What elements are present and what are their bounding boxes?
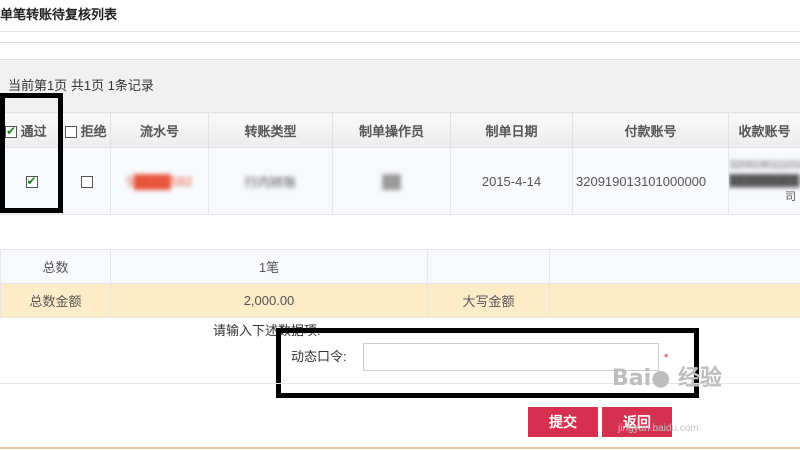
operator-cell: ██ — [332, 147, 451, 215]
serial-no[interactable]: 5████592 — [127, 174, 193, 189]
column-header-payee-account[interactable]: 收款账号 — [728, 112, 800, 148]
review-table: 通过 拒绝 流水号 转账类型 制单操作员 制单日期 付款账号 收款账号 — [0, 112, 800, 215]
payee-account-cell: 3209190111010 █████████支行 司 — [728, 147, 800, 215]
pager-info: 当前第1页 共1页 1条记录 — [8, 78, 154, 93]
payer-account-cell: 320919013101000000 — [572, 147, 729, 215]
watermark-url: jingyan.baidu.com — [618, 423, 699, 434]
payee-account-line2: █████████支行 — [729, 175, 800, 187]
reject-checkbox[interactable] — [80, 176, 93, 189]
count-value: 1笔 — [110, 249, 428, 284]
serial-no-cell[interactable]: 5████592 — [110, 147, 209, 215]
amount-upper-label: 大写金额 — [427, 283, 550, 318]
amount-upper-value — [549, 283, 800, 318]
column-header-transfer-type[interactable]: 转账类型 — [208, 112, 333, 148]
operator-name: ██ — [382, 173, 401, 189]
amount-value: 2,000.00 — [110, 283, 428, 318]
highlight-approve-column — [0, 93, 63, 213]
toolbar-strip — [0, 42, 800, 60]
summary-table: 总数 1笔 总数金额 2,000.00 大写金额 — [0, 249, 800, 318]
column-header-date[interactable]: 制单日期 — [450, 112, 573, 148]
summary-amount-row: 总数金额 2,000.00 大写金额 — [0, 283, 800, 318]
date-cell: 2015-4-14 — [450, 147, 573, 215]
count-blank-1 — [427, 249, 550, 284]
reject-cell — [62, 147, 111, 215]
transfer-type-cell: 行内转账 — [208, 147, 333, 215]
table-row: 5████592 行内转账 ██ 2015-4-14 3209190131010… — [0, 147, 800, 215]
amount-label: 总数金额 — [0, 283, 111, 318]
title-bar — [0, 0, 800, 32]
column-header-serial-no[interactable]: 流水号 — [110, 112, 209, 148]
column-header-reject: 拒绝 — [62, 112, 111, 148]
watermark-logo: Bai● 经验 — [612, 366, 723, 391]
summary-count-row: 总数 1笔 — [0, 249, 800, 284]
column-label-reject: 拒绝 — [80, 123, 107, 139]
count-label: 总数 — [0, 249, 111, 284]
count-blank-2 — [549, 249, 800, 284]
page-title: 单笔转账待复核列表 — [0, 7, 118, 22]
column-header-operator[interactable]: 制单操作员 — [332, 112, 451, 148]
table-header-row: 通过 拒绝 流水号 转账类型 制单操作员 制单日期 付款账号 收款账号 — [0, 112, 800, 148]
column-header-payer-account[interactable]: 付款账号 — [572, 112, 729, 148]
payee-account-line1: 3209190111010 — [729, 159, 800, 171]
payee-account-line3: 司 — [785, 191, 796, 203]
payer-account: 320919013101000000 — [576, 173, 707, 189]
transfer-type: 行内转账 — [244, 174, 297, 190]
reject-all-checkbox[interactable] — [65, 126, 77, 139]
created-date: 2015-4-14 — [481, 173, 542, 189]
bottom-border — [0, 447, 800, 449]
submit-button[interactable]: 提交 — [528, 407, 598, 437]
